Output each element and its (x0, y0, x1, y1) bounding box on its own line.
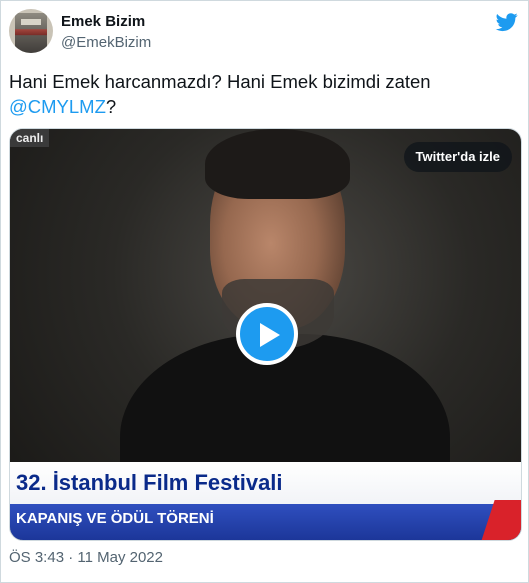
tweet-text: Hani Emek harcanmazdı? Hani Emek bizimdi… (9, 69, 509, 119)
lower-third-subtitle: KAPANIŞ VE ÖDÜL TÖRENİ (16, 510, 214, 527)
avatar-building-window (21, 19, 41, 25)
play-icon (260, 323, 280, 347)
lower-third-caption: 32. İstanbul Film Festivali KAPANIŞ VE Ö… (10, 462, 521, 540)
tweet-text-body: Hani Emek harcanmazdı? Hani Emek bizimdi… (9, 71, 431, 92)
twitter-bird-icon[interactable] (494, 11, 520, 33)
tweet-timestamp[interactable]: ÖS 3:43 · 11 May 2022 (9, 549, 163, 566)
watch-on-twitter-button[interactable]: Twitter'da izle (403, 142, 512, 172)
video-player[interactable]: canlı Twitter'da izle 32. İstanbul Film … (9, 128, 522, 541)
avatar[interactable] (9, 9, 53, 53)
channel-logo: canlı (10, 129, 50, 147)
video-frame-hair (205, 129, 350, 199)
tweet-card[interactable]: Emek Bizim @EmekBizim Hani Emek harcanma… (0, 0, 529, 583)
author-name[interactable]: Emek Bizim (61, 13, 145, 30)
tweet-header: Emek Bizim @EmekBizim (9, 9, 520, 55)
lower-third-title: 32. İstanbul Film Festivali (16, 470, 283, 495)
play-button[interactable] (236, 303, 298, 365)
tweet-text-end: ? (105, 96, 117, 117)
mention-link[interactable]: @CMYLMZ (9, 96, 106, 117)
author-handle[interactable]: @EmekBizim (61, 34, 151, 51)
